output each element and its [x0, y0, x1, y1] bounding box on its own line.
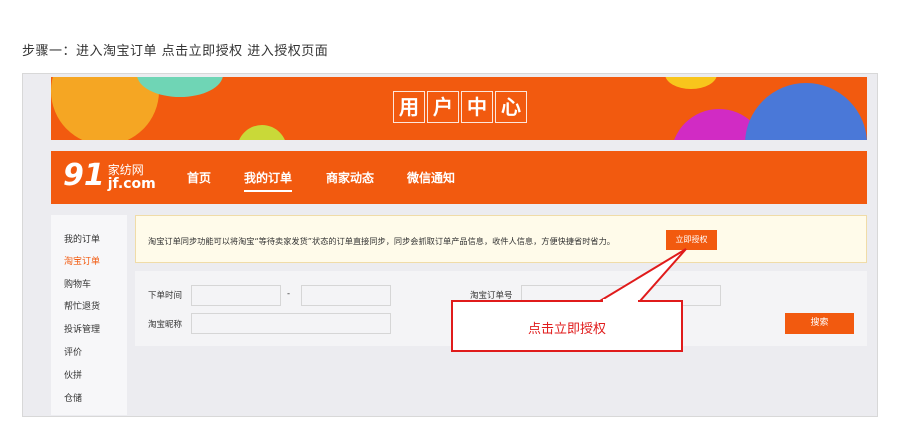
order-time-start-input[interactable] [191, 285, 281, 306]
sidebar-item-storage[interactable]: 仓储 [64, 391, 82, 404]
sidebar: 我的订单 淘宝订单 购物车 帮忙退货 投诉管理 评价 伙拼 仓储 [51, 215, 127, 415]
order-time-label: 下单时间 [148, 291, 183, 301]
user-center-banner: 用 户 中 心 [51, 77, 867, 140]
sidebar-item-cart[interactable]: 购物车 [64, 277, 91, 290]
nav-item-my-orders[interactable]: 我的订单 [244, 169, 293, 192]
nav-item-merchant-news[interactable]: 商家动态 [326, 169, 374, 186]
nav-item-home[interactable]: 首页 [187, 169, 211, 186]
main-nav: 91 家纺网 jf.com 首页 我的订单 商家动态 微信通知 [51, 151, 867, 204]
sidebar-item-returns[interactable]: 帮忙退货 [64, 299, 100, 312]
callout-text: 点击立即授权 [527, 322, 606, 337]
banner-circle [745, 83, 867, 140]
authorize-button[interactable]: 立即授权 [666, 230, 717, 250]
logo-en: jf.com [107, 176, 156, 192]
banner-circle [665, 77, 717, 89]
logo-cn: 家纺网 [107, 163, 144, 177]
sidebar-item-group-buy[interactable]: 伙拼 [64, 368, 82, 381]
logo-number: 91 [63, 158, 105, 193]
banner-char: 中 [461, 91, 493, 123]
notice-text: 淘宝订单同步功能可以将淘宝“等待卖家发货”状态的订单直接同步，同步会抓取订单产品… [148, 236, 615, 246]
site-logo[interactable]: 91 家纺网 jf.com [63, 158, 156, 193]
banner-circle [237, 125, 287, 140]
sidebar-item-reviews[interactable]: 评价 [64, 345, 82, 358]
banner-title: 用 户 中 心 [393, 91, 529, 127]
step-caption: 步骤一：进入淘宝订单 点击立即授权 进入授权页面 [22, 44, 329, 59]
screenshot-frame: 用 户 中 心 91 家纺网 jf.com 首页 我的订单 商家动态 微信通知 … [22, 73, 878, 417]
sync-notice: 淘宝订单同步功能可以将淘宝“等待卖家发货”状态的订单直接同步，同步会抓取订单产品… [135, 215, 867, 263]
nav-item-wechat-notify[interactable]: 微信通知 [407, 169, 455, 186]
sidebar-item-my-orders[interactable]: 我的订单 [64, 232, 100, 245]
sidebar-item-complaints[interactable]: 投诉管理 [64, 322, 100, 335]
banner-char: 心 [495, 91, 527, 123]
nickname-input[interactable] [191, 313, 391, 334]
range-separator: - [287, 289, 291, 299]
banner-char: 户 [427, 91, 459, 123]
banner-char: 用 [393, 91, 425, 123]
search-button[interactable]: 搜索 [785, 313, 854, 334]
callout-box: 点击立即授权 [451, 300, 683, 352]
nickname-label: 淘宝昵称 [148, 320, 183, 330]
order-time-end-input[interactable] [301, 285, 391, 306]
sidebar-item-taobao-orders[interactable]: 淘宝订单 [64, 254, 100, 267]
